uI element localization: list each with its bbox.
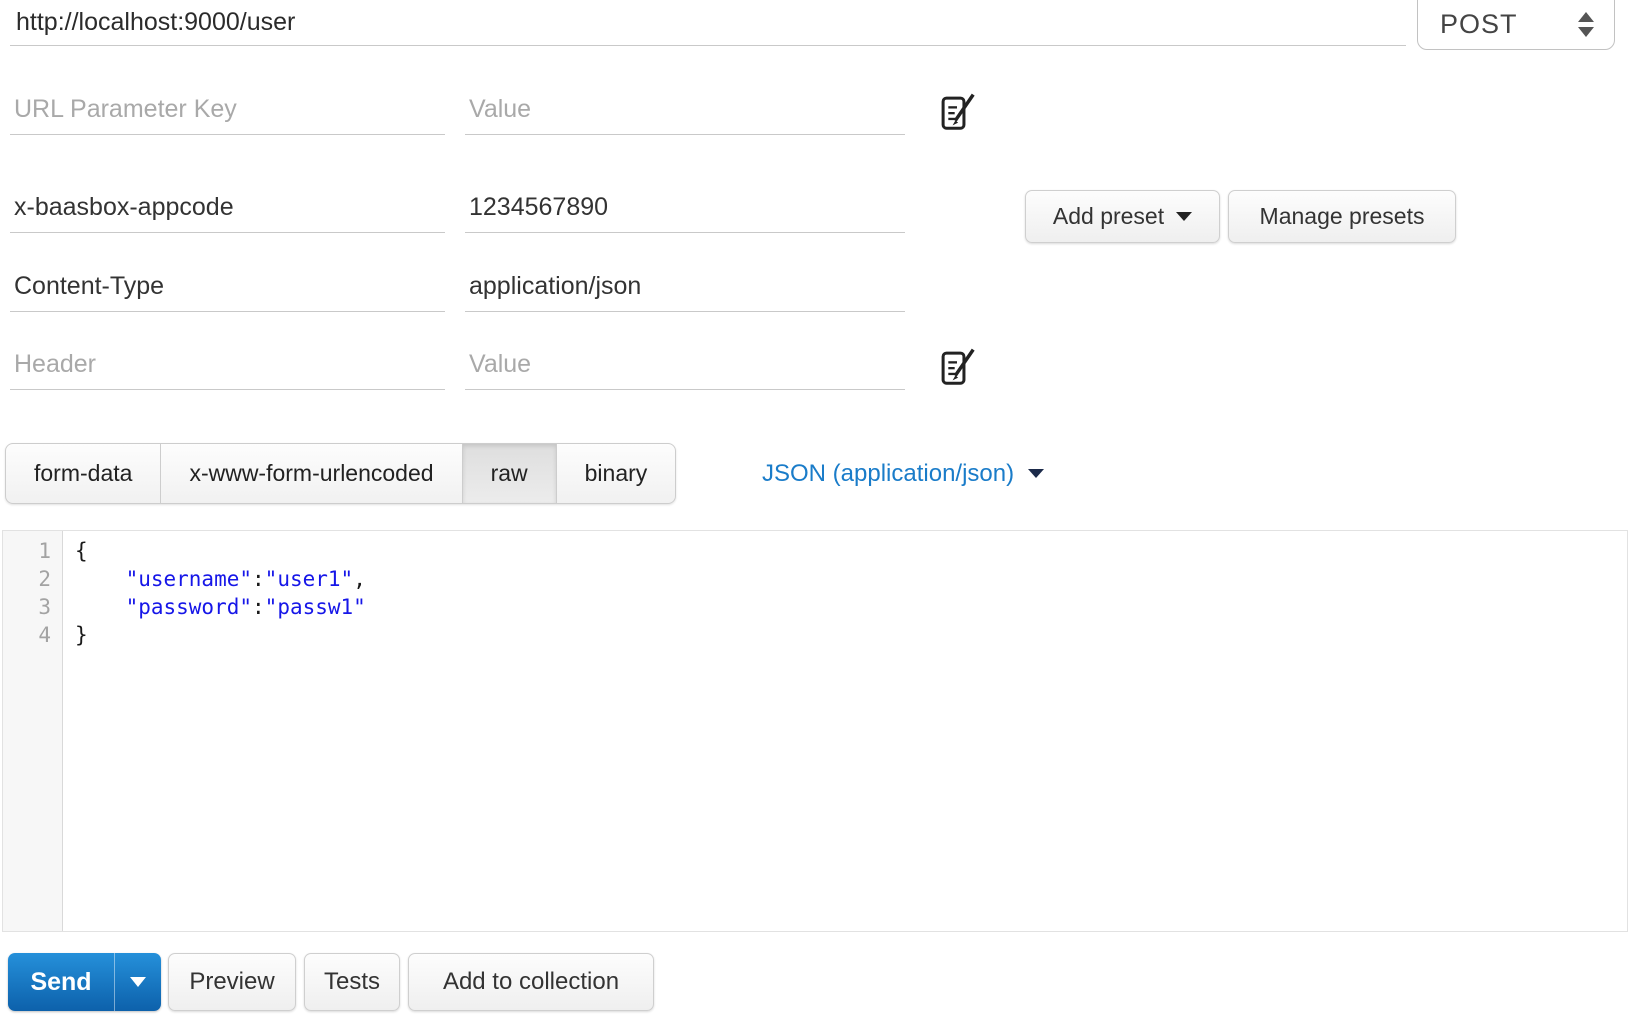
tab-raw[interactable]: raw	[461, 443, 557, 504]
content-type-label: JSON (application/json)	[762, 459, 1015, 487]
tests-button[interactable]: Tests	[304, 953, 400, 1011]
http-method-label: POST	[1440, 9, 1518, 39]
add-preset-button[interactable]: Add preset	[1025, 190, 1220, 243]
send-button[interactable]: Send	[8, 953, 114, 1011]
code-line[interactable]: 1{	[3, 537, 1627, 565]
tab-binary[interactable]: binary	[555, 443, 677, 504]
edit-params-icon[interactable]	[936, 90, 978, 134]
line-number: 4	[38, 623, 51, 647]
code-lines: 1{2 "username":"user1", 3 "password":"pas…	[3, 537, 1627, 649]
code-text: {	[75, 539, 88, 563]
tests-label: Tests	[323, 968, 380, 995]
add-to-collection-label: Add to collection	[442, 968, 620, 995]
send-split-button: Send	[8, 953, 161, 1011]
preview-label: Preview	[189, 968, 275, 995]
header-value-input[interactable]	[465, 262, 905, 312]
code-text: "password":"passw1"	[125, 595, 366, 619]
preview-button[interactable]: Preview	[168, 953, 296, 1011]
line-number: 2	[38, 567, 51, 591]
chevron-down-icon	[130, 977, 146, 987]
header-key-input[interactable]	[10, 183, 445, 233]
add-to-collection-button[interactable]: Add to collection	[408, 953, 654, 1011]
line-number: 3	[38, 595, 51, 619]
content-type-dropdown[interactable]: JSON (application/json)	[762, 443, 1045, 504]
tab-x-www-form-urlencoded[interactable]: x-www-form-urlencoded	[160, 443, 463, 504]
code-line[interactable]: 3 "password":"passw1"	[3, 593, 1627, 621]
http-method-select[interactable]: POST	[1417, 0, 1615, 50]
request-url-input[interactable]	[10, 0, 1406, 46]
manage-presets-label: Manage presets	[1259, 203, 1425, 229]
raw-body-editor[interactable]: 1{2 "username":"user1", 3 "password":"pas…	[2, 530, 1628, 932]
code-line[interactable]: 2 "username":"user1",	[3, 565, 1627, 593]
send-label: Send	[30, 967, 92, 996]
code-text: }	[75, 623, 88, 647]
url-param-key-input[interactable]	[10, 85, 445, 135]
header-value-input-empty[interactable]	[465, 340, 905, 390]
url-param-value-input[interactable]	[465, 85, 905, 135]
header-value-input[interactable]	[465, 183, 905, 233]
select-updown-icon	[1578, 12, 1594, 40]
code-text: "username":"user1",	[125, 567, 366, 591]
header-key-input-empty[interactable]	[10, 340, 445, 390]
chevron-down-icon	[1176, 212, 1193, 221]
header-key-input[interactable]	[10, 262, 445, 312]
edit-headers-icon[interactable]	[936, 345, 978, 389]
line-number: 1	[38, 539, 51, 563]
tab-form-data[interactable]: form-data	[5, 443, 162, 504]
send-options-button[interactable]	[114, 953, 161, 1011]
body-type-tab-group: form-data x-www-form-urlencoded raw bina…	[5, 443, 677, 504]
chevron-down-icon	[1028, 469, 1045, 478]
manage-presets-button[interactable]: Manage presets	[1228, 190, 1456, 243]
add-preset-label: Add preset	[1052, 203, 1165, 229]
code-line[interactable]: 4}	[3, 621, 1627, 649]
